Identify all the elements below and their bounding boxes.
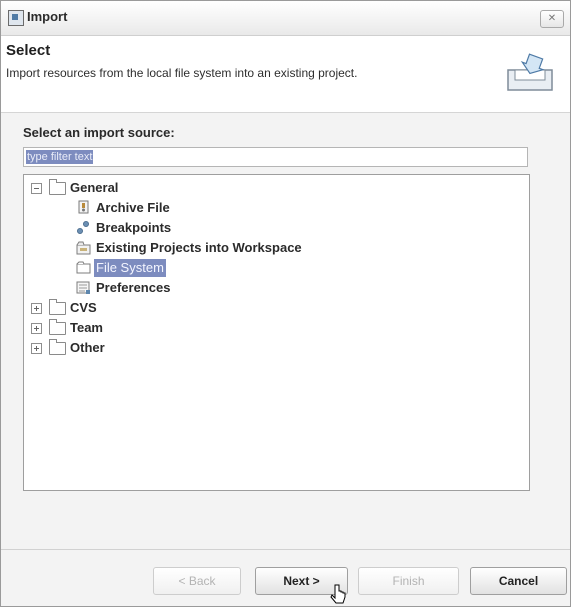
mouse-pointer-icon — [330, 584, 346, 604]
tree-item-breakpoints[interactable]: Breakpoints — [76, 219, 276, 237]
tree-item-label: CVS — [70, 300, 97, 315]
back-button[interactable]: < Back — [153, 567, 241, 595]
import-source-label: Select an import source: — [23, 125, 175, 140]
tree-item-label: Preferences — [96, 280, 171, 295]
filter-text: type filter text — [26, 150, 94, 164]
cancel-button[interactable]: Cancel — [470, 567, 567, 595]
tree-item-archive-file[interactable]: Archive File — [76, 199, 276, 217]
tree-item-file-system[interactable]: File System — [76, 259, 276, 277]
tree-item-other[interactable]: Other — [31, 339, 231, 357]
tree-item-preferences[interactable]: Preferences — [76, 279, 276, 297]
existing-projects-icon — [76, 241, 91, 255]
tree-item-cvs[interactable]: CVS — [31, 299, 231, 317]
expand-icon[interactable] — [31, 323, 42, 334]
folder-icon — [49, 339, 66, 355]
import-dialog: Import ✕ Select Import resources from th… — [0, 0, 571, 607]
finish-button[interactable]: Finish — [358, 567, 459, 595]
folder-icon — [49, 299, 66, 315]
expand-icon[interactable] — [31, 303, 42, 314]
filter-input[interactable]: type filter text — [23, 147, 528, 167]
tree-item-label: Team — [70, 320, 103, 335]
tree-item-label: Breakpoints — [96, 220, 172, 235]
folder-icon — [49, 319, 66, 335]
preferences-icon — [76, 281, 90, 294]
file-system-icon — [76, 261, 91, 274]
tree-item-label: Archive File — [96, 200, 170, 215]
page-title: Select — [6, 42, 51, 59]
tree-item-label: Other — [70, 340, 105, 355]
footer-divider — [1, 549, 570, 550]
expand-icon[interactable] — [31, 343, 42, 354]
tree-item-existing-projects[interactable]: Existing Projects into Workspace — [76, 239, 356, 257]
page-description: Import resources from the local file sys… — [6, 66, 358, 80]
import-wizard-icon — [507, 53, 553, 91]
import-window-icon — [8, 10, 24, 26]
tree-item-team[interactable]: Team — [31, 319, 231, 337]
import-source-tree[interactable]: General Archive File Breakpoints Existin… — [23, 174, 530, 491]
wizard-header: Select Import resources from the local f… — [1, 36, 570, 113]
title-bar[interactable]: Import ✕ — [1, 1, 570, 36]
tree-item-label: File System — [94, 259, 166, 277]
tree-item-general[interactable]: General — [31, 179, 231, 197]
tree-item-label: Existing Projects into Workspace — [96, 240, 302, 255]
archive-file-icon — [78, 200, 89, 214]
breakpoints-icon — [77, 221, 89, 234]
window-title: Import — [27, 9, 68, 24]
collapse-icon[interactable] — [31, 183, 42, 194]
tree-item-label: General — [70, 180, 119, 195]
folder-icon — [49, 179, 66, 195]
close-button[interactable]: ✕ — [540, 10, 564, 28]
wizard-content: Select an import source: type filter tex… — [1, 113, 570, 543]
